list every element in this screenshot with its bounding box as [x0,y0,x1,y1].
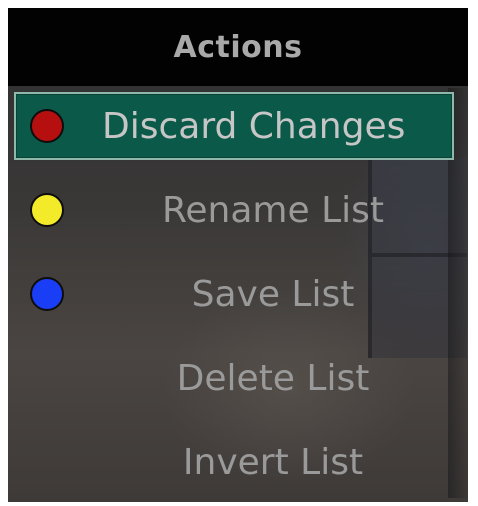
yellow-button-icon [30,193,64,227]
dialog-title: Actions [173,29,303,65]
menu-item-label: Delete List [176,357,370,399]
menu-item-discard-changes[interactable]: Discard Changes [14,92,454,160]
menu-item-invert-list[interactable]: Invert List [8,428,468,496]
menu-item-label: Save List [191,273,355,315]
menu-item-delete-list[interactable]: Delete List [8,344,468,412]
dialog-header: Actions [8,8,468,86]
menu-item-save-list[interactable]: Save List [8,260,468,328]
menu-item-label: Discard Changes [102,105,406,147]
blue-button-icon [30,277,64,311]
actions-panel: Actions Discard Changes Rename List Save… [8,8,468,502]
red-button-icon [30,109,64,143]
menu-item-label: Rename List [161,189,384,231]
menu-item-rename-list[interactable]: Rename List [8,176,468,244]
menu-item-label: Invert List [182,441,364,483]
